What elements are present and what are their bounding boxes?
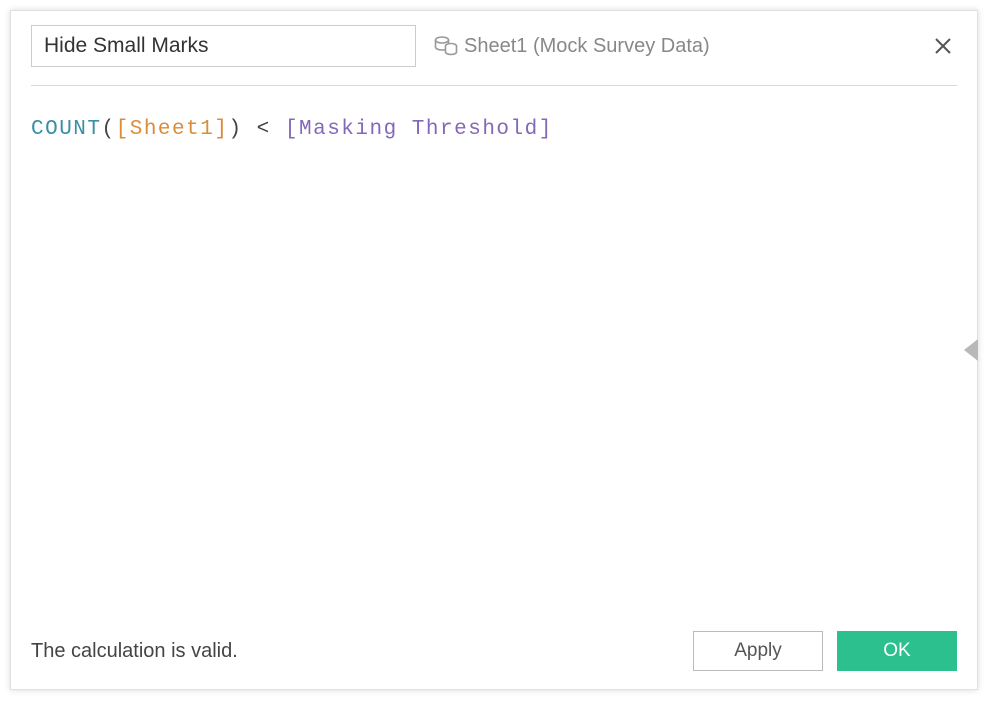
formula-token-field: [Sheet1]	[116, 118, 229, 141]
formula-token-paren: (	[102, 118, 116, 141]
dialog-footer: The calculation is valid. Apply OK	[11, 617, 977, 689]
formula-token-function: COUNT	[31, 118, 102, 141]
formula-token-paren: )	[228, 118, 242, 141]
datasource-selector[interactable]: Sheet1 (Mock Survey Data)	[434, 35, 911, 58]
datasource-icon	[434, 35, 458, 57]
dialog-header: Sheet1 (Mock Survey Data)	[11, 11, 977, 85]
validation-status: The calculation is valid.	[31, 640, 679, 663]
formula-token-parameter: [Masking Threshold]	[285, 118, 553, 141]
datasource-label: Sheet1 (Mock Survey Data)	[464, 35, 710, 58]
apply-button[interactable]: Apply	[693, 631, 823, 671]
formula-token-operator: <	[257, 118, 271, 141]
ok-button[interactable]: OK	[837, 631, 957, 671]
expand-panel-handle[interactable]	[964, 339, 978, 361]
calculation-name-input[interactable]	[31, 25, 416, 67]
calculation-editor-dialog: Sheet1 (Mock Survey Data) COUNT([Sheet1]…	[10, 10, 978, 690]
formula-editor[interactable]: COUNT([Sheet1]) < [Masking Threshold]	[11, 86, 977, 617]
close-icon[interactable]	[929, 32, 957, 60]
